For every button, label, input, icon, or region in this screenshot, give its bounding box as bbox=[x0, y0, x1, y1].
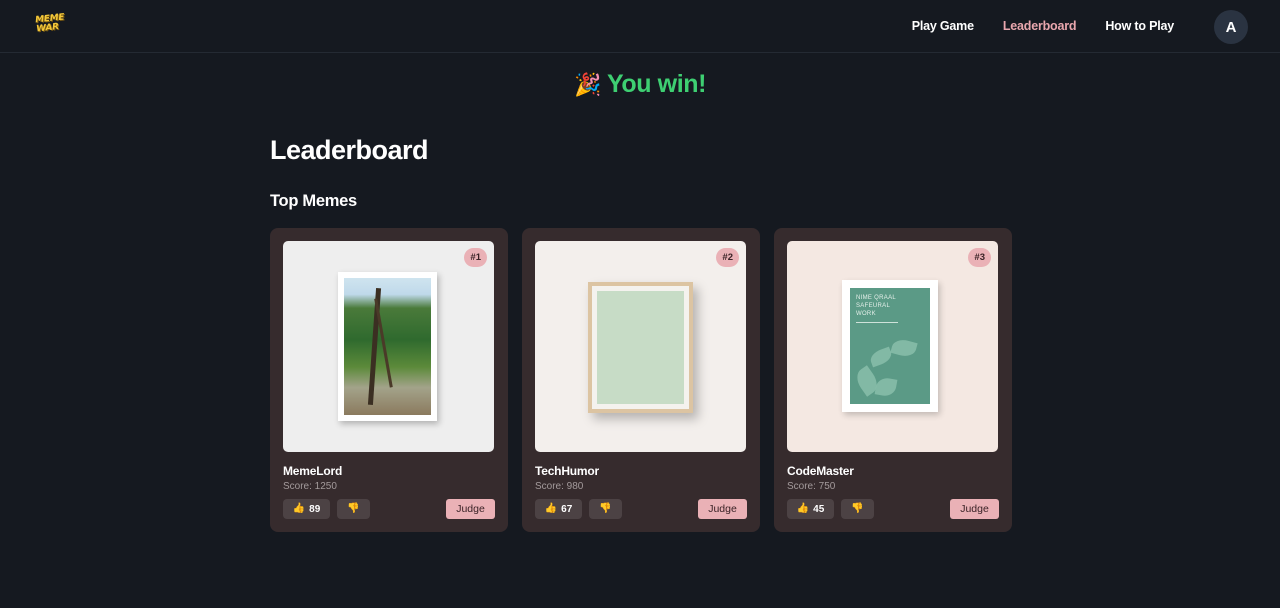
judge-button[interactable]: Judge bbox=[950, 499, 999, 519]
photo-frame bbox=[338, 272, 437, 421]
nav-link-how-to-play[interactable]: How to Play bbox=[1105, 19, 1174, 33]
top-nav: MEME WAR Play Game Leaderboard How to Pl… bbox=[0, 0, 1280, 53]
meme-card: NIME QRAAL SAFEURAL WORK #3 CodeMaster S… bbox=[774, 228, 1012, 532]
downvote-button[interactable]: 👎 bbox=[337, 499, 370, 519]
meme-score: Score: 1250 bbox=[283, 481, 337, 492]
thumbs-up-icon: 👍 bbox=[544, 503, 558, 514]
thumbs-down-icon: 👎 bbox=[851, 503, 864, 514]
nav-links: Play Game Leaderboard How to Play bbox=[912, 19, 1175, 33]
judge-button[interactable]: Judge bbox=[446, 499, 495, 519]
section-title-top-memes: Top Memes bbox=[270, 192, 357, 210]
meme-card: #1 MemeLord Score: 1250 👍 89 👎 Judge bbox=[270, 228, 508, 532]
poster-line-1: NIME QRAAL bbox=[856, 295, 897, 301]
rank-badge: #2 bbox=[716, 248, 739, 267]
nav-link-leaderboard[interactable]: Leaderboard bbox=[1003, 19, 1077, 33]
card-actions: 👍 89 👎 Judge bbox=[283, 499, 495, 519]
thumbs-up-icon: 👍 bbox=[796, 503, 810, 514]
judge-button[interactable]: Judge bbox=[698, 499, 747, 519]
thumbs-down-icon: 👎 bbox=[599, 503, 612, 514]
user-avatar[interactable]: A bbox=[1214, 10, 1248, 44]
meme-author: CodeMaster bbox=[787, 464, 854, 478]
page-title: Leaderboard bbox=[270, 135, 429, 165]
logo-line-2: WAR bbox=[35, 22, 60, 35]
meme-image[interactable]: NIME QRAAL SAFEURAL WORK #3 bbox=[787, 241, 998, 452]
forest-photo bbox=[344, 278, 431, 415]
upvote-button[interactable]: 👍 89 bbox=[283, 499, 330, 519]
nav-link-play-game[interactable]: Play Game bbox=[912, 19, 974, 33]
card-actions: 👍 45 👎 Judge bbox=[787, 499, 999, 519]
win-banner: 🎉 You win! bbox=[0, 70, 1280, 99]
meme-card: #2 TechHumor Score: 980 👍 67 👎 Judge bbox=[522, 228, 760, 532]
upvote-button[interactable]: 👍 45 bbox=[787, 499, 834, 519]
rank-badge: #1 bbox=[464, 248, 487, 267]
upvote-count: 89 bbox=[309, 503, 321, 515]
meme-image[interactable]: #2 bbox=[535, 241, 746, 452]
meme-image[interactable]: #1 bbox=[283, 241, 494, 452]
upvote-count: 67 bbox=[561, 503, 573, 515]
rank-badge: #3 bbox=[968, 248, 991, 267]
upvote-button[interactable]: 👍 67 bbox=[535, 499, 582, 519]
downvote-button[interactable]: 👎 bbox=[589, 499, 622, 519]
thumbs-down-icon: 👎 bbox=[347, 503, 360, 514]
wooden-frame bbox=[588, 282, 693, 413]
party-popper-icon: 🎉 bbox=[573, 72, 601, 97]
green-art bbox=[597, 291, 684, 404]
upvote-count: 45 bbox=[813, 503, 825, 515]
meme-author: MemeLord bbox=[283, 464, 343, 478]
thumbs-up-icon: 👍 bbox=[292, 503, 306, 514]
meme-cards: #1 MemeLord Score: 1250 👍 89 👎 Judge #2 … bbox=[270, 228, 1012, 532]
poster-line-2: SAFEURAL bbox=[856, 303, 891, 309]
win-text: You win! bbox=[606, 70, 707, 98]
meme-score: Score: 750 bbox=[787, 481, 836, 492]
meme-war-logo[interactable]: MEME WAR bbox=[35, 12, 65, 39]
downvote-button[interactable]: 👎 bbox=[841, 499, 874, 519]
meme-score: Score: 980 bbox=[535, 481, 584, 492]
meme-author: TechHumor bbox=[535, 464, 599, 478]
poster-line-3: WORK bbox=[856, 311, 876, 317]
botanical-poster: NIME QRAAL SAFEURAL WORK bbox=[850, 288, 930, 404]
poster-frame: NIME QRAAL SAFEURAL WORK bbox=[842, 280, 938, 412]
card-actions: 👍 67 👎 Judge bbox=[535, 499, 747, 519]
